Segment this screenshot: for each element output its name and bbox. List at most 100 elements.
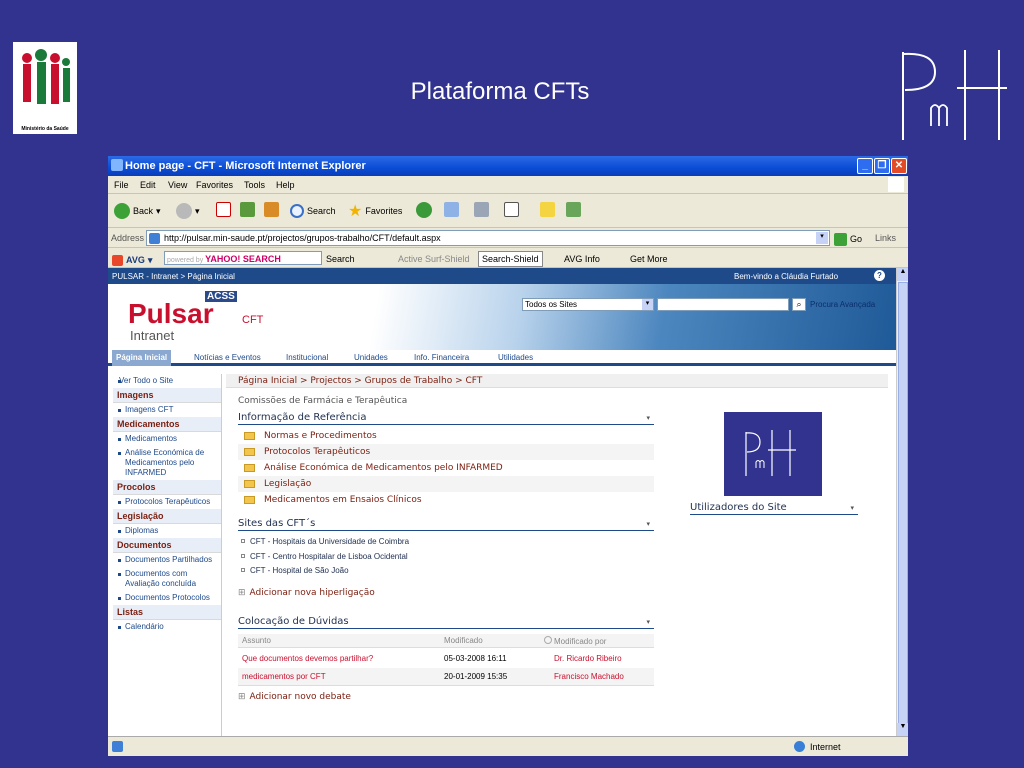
forward-arrow-icon (176, 203, 192, 219)
edit-word-icon[interactable] (504, 202, 519, 217)
stop-icon[interactable] (216, 202, 231, 217)
folder-row[interactable]: Análise Económica de Medicamentos pelo I… (238, 460, 654, 476)
row-author[interactable]: Dr. Ricardo Ribeiro (554, 654, 622, 663)
section-medicamentos[interactable]: Medicamentos (113, 417, 221, 432)
forward-button[interactable]: ▾ (176, 202, 200, 220)
yahoo-search-button[interactable]: Search (326, 254, 355, 264)
address-label: Address (111, 233, 145, 243)
print-icon[interactable] (474, 202, 489, 217)
search-go-icon[interactable]: ⌕ (792, 298, 806, 311)
section-legislacao[interactable]: Legislação (113, 509, 221, 524)
folder-row[interactable]: Legislação (238, 476, 654, 492)
menu-favorites[interactable]: Favorites (196, 180, 233, 190)
folder-icon (244, 448, 255, 456)
window-title: Home page - CFT - Microsoft Internet Exp… (125, 160, 366, 172)
folder-row[interactable]: Normas e Procedimentos (238, 428, 654, 444)
link-diplomas[interactable]: Diplomas (113, 524, 221, 538)
section-procolos[interactable]: Procolos (113, 480, 221, 495)
top-breadcrumb[interactable]: PULSAR - Intranet > Página Inicial (112, 272, 235, 281)
link-documentos-protocolos[interactable]: Documentos Protocolos (113, 591, 221, 605)
link-protocolos[interactable]: Protocolos Terapêuticos (113, 495, 221, 509)
webpart-menu-icon[interactable]: ▾ (646, 520, 650, 528)
link-analise-economica[interactable]: Análise Económica de Medicamentos pelo I… (113, 446, 221, 480)
search-scope-select[interactable]: Todos os Sites ▾ (522, 298, 654, 311)
scroll-thumb[interactable] (898, 282, 908, 732)
go-button[interactable]: Go (834, 230, 862, 248)
discuss-icon[interactable] (540, 202, 555, 217)
folder-row[interactable]: Medicamentos em Ensaios Clínicos (238, 492, 654, 508)
link-imagens-cft[interactable]: Imagens CFT (113, 403, 221, 417)
get-more-button[interactable]: Get More (630, 254, 668, 264)
section-imagens[interactable]: Imagens (113, 388, 221, 403)
links-button[interactable]: Links (875, 233, 896, 243)
section-listas[interactable]: Listas (113, 605, 221, 620)
section-documentos[interactable]: Documentos (113, 538, 221, 553)
tab-pagina-inicial[interactable]: Página Inicial (112, 350, 172, 366)
active-surf-shield[interactable]: Active Surf-Shield (398, 254, 470, 264)
webpart-menu-icon[interactable]: ▾ (646, 414, 650, 422)
quick-launch: Ver Todo o Site Imagens Imagens CFT Medi… (113, 374, 222, 736)
refresh-icon[interactable] (240, 202, 255, 217)
folder-row[interactable]: Protocolos Terapêuticos (238, 444, 654, 460)
add-debate-button[interactable]: ⊞ Adicionar novo debate (238, 692, 351, 702)
add-link-button[interactable]: ⊞ Adicionar nova hiperligação (238, 588, 375, 598)
advanced-search-link[interactable]: Procura Avançada (810, 300, 875, 309)
messenger-icon[interactable] (566, 202, 581, 217)
ie-icon (111, 159, 123, 171)
search-shield-button[interactable]: Search-Shield (478, 251, 543, 267)
yahoo-search-input[interactable]: powered by YAHOO! SEARCH (164, 251, 322, 265)
view-all-site-link[interactable]: Ver Todo o Site (113, 374, 221, 388)
site-link[interactable]: CFT - Centro Hospitalar de Lisboa Ociden… (238, 552, 408, 561)
address-dropdown-icon[interactable]: ▾ (816, 232, 828, 244)
home-icon[interactable] (264, 202, 279, 217)
row-author[interactable]: Francisco Machado (554, 672, 624, 681)
tab-unidades[interactable]: Unidades (354, 353, 388, 362)
scroll-up-icon[interactable]: ▲ (897, 268, 908, 281)
site-link[interactable]: CFT - Hospitais da Universidade de Coimb… (238, 537, 409, 546)
link-documentos-avaliacao[interactable]: Documentos com Avaliação concluída (113, 567, 221, 591)
page-breadcrumb[interactable]: Página Inicial > Projectos > Grupos de T… (226, 374, 888, 388)
page-status-icon (112, 741, 123, 752)
scroll-down-icon[interactable]: ▼ (897, 723, 908, 736)
help-icon[interactable]: ? (874, 270, 885, 281)
search-icon (290, 204, 304, 218)
menu-help[interactable]: Help (276, 180, 295, 190)
row-date: 05-03-2008 16:11 (444, 654, 507, 663)
row-subject[interactable]: Que documentos devemos partilhar? (242, 654, 373, 663)
link-calendario[interactable]: Calendário (113, 620, 221, 634)
avg-info-button[interactable]: AVG Info (564, 254, 600, 264)
site-link[interactable]: CFT - Hospital de São João (238, 566, 349, 575)
row-subject[interactable]: medicamentos por CFT (242, 672, 326, 681)
link-medicamentos[interactable]: Medicamentos (113, 432, 221, 446)
tab-noticias[interactable]: Notícias e Eventos (194, 353, 261, 362)
avg-button[interactable]: AVG ▾ (112, 251, 152, 269)
webpart-menu-icon[interactable]: ▾ (850, 504, 854, 512)
tab-institucional[interactable]: Institucional (286, 353, 328, 362)
col-modificado[interactable]: Modificado (444, 636, 483, 645)
site-search-input[interactable] (657, 298, 789, 311)
back-button[interactable]: Back ▾ (114, 202, 161, 220)
favorites-button[interactable]: ★ Favorites (348, 202, 402, 220)
vertical-scrollbar[interactable]: ▲ ▼ (896, 268, 908, 736)
mail-icon[interactable] (444, 202, 459, 217)
page-subtitle: Comissões de Farmácia e Terapêutica (238, 396, 408, 406)
menu-edit[interactable]: Edit (140, 180, 156, 190)
restore-button[interactable]: ❐ (874, 158, 890, 174)
address-input[interactable]: http://pulsar.min-saude.pt/projectos/gru… (146, 230, 830, 246)
col-modificado-por[interactable]: Modificado por (544, 636, 606, 646)
welcome-menu[interactable]: Bem-vindo a Cláudia Furtado (734, 272, 838, 281)
tab-utilidades[interactable]: Utilidades (498, 353, 533, 362)
menu-view[interactable]: View (168, 180, 187, 190)
close-button[interactable]: ✕ (891, 158, 907, 174)
webpart-menu-icon[interactable]: ▾ (646, 618, 650, 626)
menu-file[interactable]: File (114, 180, 129, 190)
search-button[interactable]: Search (290, 202, 336, 220)
avg-logo-icon (112, 254, 123, 266)
link-documentos-partilhados[interactable]: Documentos Partilhados (113, 553, 221, 567)
col-assunto[interactable]: Assunto (242, 636, 271, 645)
pmh-site-image (724, 412, 822, 496)
menu-tools[interactable]: Tools (244, 180, 265, 190)
tab-info-financeira[interactable]: Info. Financeira (414, 353, 469, 362)
history-icon[interactable] (416, 202, 432, 218)
minimize-button[interactable]: _ (857, 158, 873, 174)
